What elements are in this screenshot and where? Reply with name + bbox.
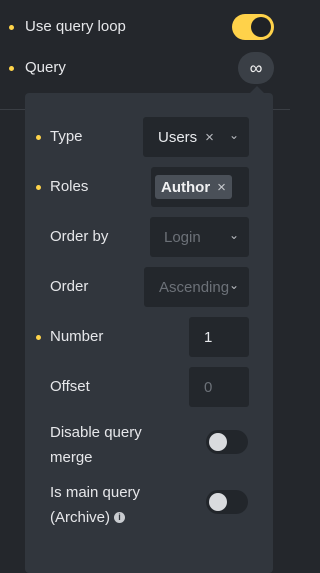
order-label: Order — [50, 278, 89, 295]
roles-label: Roles — [50, 178, 89, 195]
toggle-knob — [209, 433, 227, 451]
disable-query-merge-toggle[interactable] — [206, 430, 248, 454]
popover-arrow — [250, 86, 264, 93]
type-value: Users — [158, 128, 198, 146]
divider — [0, 109, 25, 110]
status-dot — [36, 185, 41, 190]
role-tag: Author × — [155, 175, 232, 199]
query-loop-button[interactable]: ∞ — [238, 52, 274, 84]
chevron-down-icon: ⌄ — [228, 228, 239, 242]
number-value: 1 — [204, 328, 213, 346]
query-settings-panel: Type Users × ⌄ Roles Author × Order by L… — [25, 93, 273, 573]
offset-placeholder: 0 — [204, 378, 213, 396]
info-icon[interactable]: i — [114, 512, 126, 523]
role-tag-label: Author — [161, 178, 211, 196]
number-input[interactable]: 1 — [189, 317, 249, 357]
status-dot — [9, 66, 14, 71]
roles-select[interactable]: Author × — [151, 167, 249, 207]
infinity-icon: ∞ — [249, 57, 263, 78]
is-main-query-label: Is main query (Archive) i — [50, 480, 140, 530]
is-main-query-toggle[interactable] — [206, 490, 248, 514]
is-main-query-line2: (Archive) — [50, 509, 111, 526]
number-label: Number — [50, 328, 104, 345]
type-select[interactable]: Users × ⌄ — [143, 117, 249, 157]
disable-query-merge-line2: merge — [50, 449, 93, 466]
type-label: Type — [50, 128, 83, 145]
is-main-query-line1: Is main query — [50, 484, 141, 501]
disable-query-merge-line1: Disable query — [50, 424, 142, 441]
clear-icon[interactable]: × — [205, 129, 214, 146]
status-dot — [36, 335, 41, 340]
order-by-select[interactable]: Login ⌄ — [150, 217, 249, 257]
chevron-down-icon: ⌄ — [228, 128, 239, 142]
offset-input[interactable]: 0 — [189, 367, 249, 407]
use-query-loop-toggle[interactable] — [232, 14, 274, 40]
divider — [273, 109, 290, 110]
status-dot — [36, 135, 41, 140]
offset-label: Offset — [50, 378, 90, 395]
remove-tag-icon[interactable]: × — [217, 179, 226, 196]
use-query-loop-label: Use query loop — [25, 18, 126, 35]
disable-query-merge-label: Disable query merge — [50, 420, 142, 470]
toggle-knob — [251, 17, 271, 37]
order-select[interactable]: Ascending ⌄ — [144, 267, 249, 307]
order-by-label: Order by — [50, 228, 109, 245]
status-dot — [9, 25, 14, 30]
chevron-down-icon: ⌄ — [228, 278, 239, 292]
toggle-knob — [209, 493, 227, 511]
query-label: Query — [25, 59, 66, 76]
order-placeholder: Ascending — [159, 278, 230, 296]
order-by-placeholder: Login — [164, 228, 201, 246]
